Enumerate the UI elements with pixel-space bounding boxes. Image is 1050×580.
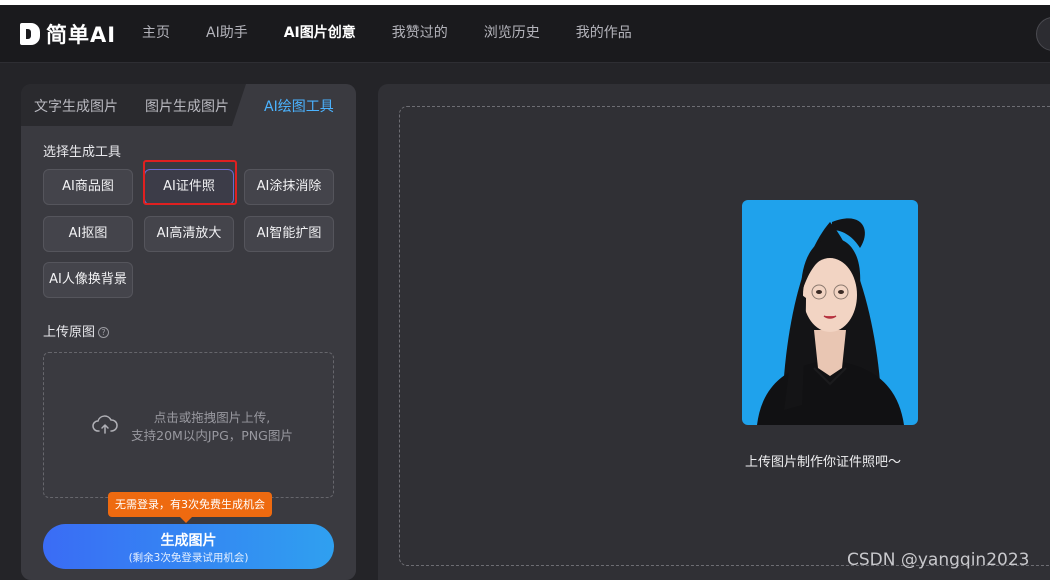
nav-item-liked[interactable]: 我赞过的 xyxy=(392,19,448,47)
top-bar: 简单AI 主页 AI助手 AI图片创意 我赞过的 浏览历史 我的作品 xyxy=(0,0,1050,63)
upload-title-row: 上传原图? xyxy=(43,321,110,340)
upload-dropzone[interactable]: 点击或拖拽图片上传, 支持20M以内JPG，PNG图片 xyxy=(43,352,334,498)
tool-button-smart-expand[interactable]: AI智能扩图 xyxy=(244,216,334,252)
upload-title: 上传原图 xyxy=(43,325,96,340)
nav-item-ai-image-creative[interactable]: AI图片创意 xyxy=(284,19,356,47)
preview-caption: 上传图片制作你证件照吧～ xyxy=(745,455,902,470)
user-avatar-button[interactable] xyxy=(1036,17,1050,51)
nav-item-home[interactable]: 主页 xyxy=(142,19,170,47)
main-nav: 主页 AI助手 AI图片创意 我赞过的 浏览历史 我的作品 xyxy=(142,19,668,47)
tool-button-smear-erase[interactable]: AI涂抹消除 xyxy=(244,169,334,205)
upload-instruction-line-2: 支持20M以内JPG，PNG图片 xyxy=(131,428,293,443)
tool-button-hd-upscale[interactable]: AI高清放大 xyxy=(144,216,234,252)
tab-text-to-image[interactable]: 文字生成图片 xyxy=(34,96,118,116)
nav-item-history[interactable]: 浏览历史 xyxy=(484,19,540,47)
portrait-illustration xyxy=(757,218,904,425)
upload-instructions: 点击或拖拽图片上传, 支持20M以内JPG，PNG图片 xyxy=(122,409,302,445)
free-trial-badge: 无需登录，有3次免费生成机会 xyxy=(108,492,272,523)
tool-button-cutout[interactable]: AI抠图 xyxy=(43,216,133,252)
generate-image-button[interactable]: 生成图片 (剩余3次免登录试用机会) xyxy=(43,524,334,569)
tool-button-id-photo[interactable]: AI证件照 xyxy=(144,169,234,205)
preview-frame xyxy=(399,106,1050,566)
logo-icon xyxy=(20,23,40,45)
cloud-upload-icon xyxy=(92,415,118,434)
tool-section-title: 选择生成工具 xyxy=(43,145,122,160)
sample-id-photo xyxy=(742,200,918,425)
tool-button-product-image[interactable]: AI商品图 xyxy=(43,169,133,205)
nav-item-ai-assistant[interactable]: AI助手 xyxy=(206,19,248,47)
tab-ai-drawing-tools[interactable]: AI绘图工具 xyxy=(264,96,334,116)
nav-item-my-works[interactable]: 我的作品 xyxy=(576,19,632,47)
tool-button-portrait-background[interactable]: AI人像换背景 xyxy=(43,262,133,298)
tab-image-to-image[interactable]: 图片生成图片 xyxy=(145,96,229,116)
help-icon[interactable]: ? xyxy=(98,327,110,338)
watermark-text: CSDN @yangqin2023 xyxy=(847,550,1030,570)
logo-text: 简单AI xyxy=(46,23,117,47)
generate-button-label: 生成图片 xyxy=(160,533,217,549)
upload-instruction-line-1: 点击或拖拽图片上传, xyxy=(153,410,271,425)
generate-button-sublabel: (剩余3次免登录试用机会) xyxy=(128,552,249,564)
mode-tabs: 文字生成图片 图片生成图片 AI绘图工具 xyxy=(21,84,356,126)
app-logo[interactable]: 简单AI xyxy=(20,19,116,49)
